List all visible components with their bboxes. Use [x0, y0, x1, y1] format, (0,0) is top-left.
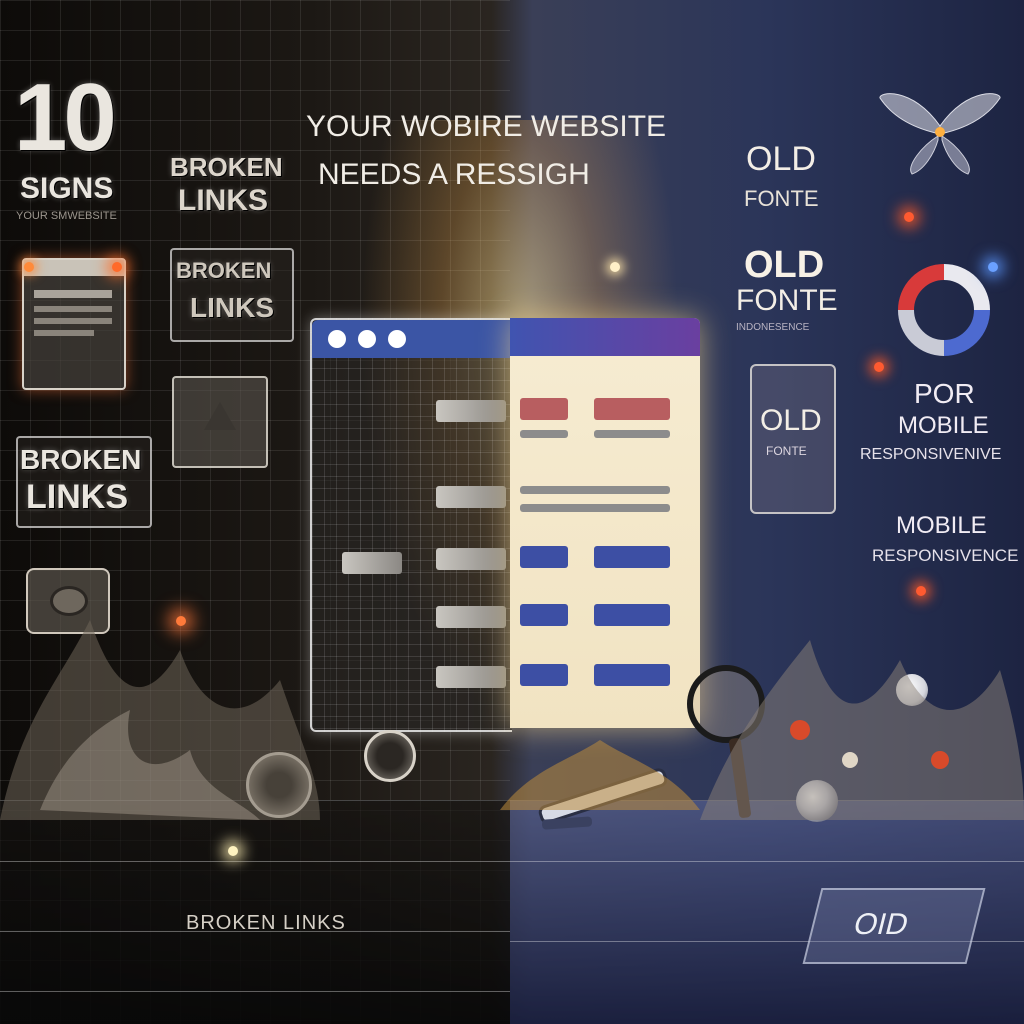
browser-window — [310, 318, 700, 732]
old-font-card: OLD FONTE — [750, 364, 836, 514]
foliage-left — [0, 620, 320, 820]
responsive-label: RESPONSIVENIVE — [860, 446, 1002, 463]
old-design-half — [310, 318, 512, 732]
browser-window-icon — [22, 258, 126, 390]
mobile-label: MOBILE — [898, 412, 989, 439]
broken-links-label: LINKS — [190, 292, 274, 323]
foliage-right — [700, 640, 1024, 820]
broken-links-label: BROKEN — [176, 258, 272, 283]
poor-label: POR — [914, 378, 975, 409]
old-fonts-label: FONTE — [736, 284, 838, 317]
spark — [112, 262, 122, 272]
spark — [610, 262, 620, 272]
butterfly-icon — [879, 93, 1001, 175]
mobile-label: MOBILE — [896, 512, 987, 539]
title-line-1: YOUR WOBIRE WEBSITE — [306, 110, 667, 143]
headline-signs: SIGNS — [20, 172, 114, 205]
floor-old-card: OID — [802, 888, 986, 964]
donut-chart-icon — [898, 264, 990, 356]
browser-title-bar — [312, 320, 512, 358]
broken-links-label: BROKEN — [20, 444, 142, 475]
foliage-center — [500, 740, 700, 810]
spark — [904, 212, 914, 222]
warning-card — [172, 376, 268, 468]
spark — [874, 362, 884, 372]
spark — [24, 262, 34, 272]
old-fonts-sub: INDONESENCE — [736, 322, 810, 333]
broken-links-label: BROKEN — [170, 152, 283, 182]
floor-old-label: OID — [850, 908, 912, 941]
headline-tagline: YOUR SMWEBSITE — [16, 210, 117, 222]
title-line-2: NEEDS A RESSIGH — [318, 158, 590, 191]
old-card-label: OLD — [760, 404, 822, 437]
old-fonts-label: OLD — [746, 140, 816, 178]
floor-broken-links: BROKEN LINKS — [186, 912, 346, 934]
new-design-half — [510, 318, 700, 728]
spark — [988, 262, 998, 272]
target-icon — [364, 730, 416, 782]
old-fonts-label: FONTE — [744, 186, 819, 211]
browser-title-bar-new — [510, 318, 700, 356]
old-fonts-label: OLD — [744, 244, 825, 286]
spark — [228, 846, 238, 856]
old-card-sub: FONTE — [766, 444, 807, 458]
broken-links-label: LINKS — [178, 184, 268, 217]
headline-number: 10 — [14, 64, 117, 171]
broken-links-label: LINKS — [26, 478, 128, 516]
redesign-illustration: 10 SIGNS YOUR SMWEBSITE YOUR WOBIRE WEBS… — [0, 0, 1024, 1024]
